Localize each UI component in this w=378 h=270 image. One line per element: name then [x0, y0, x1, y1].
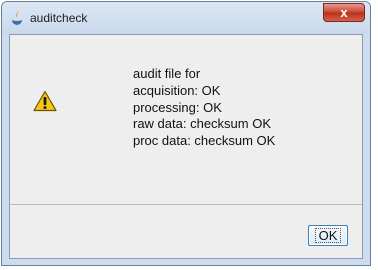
dialog-window: auditcheck x audit file for acquisition:…: [1, 1, 371, 266]
message-line: acquisition: OK: [133, 82, 221, 98]
window-title: auditcheck: [30, 11, 88, 25]
message-line: audit file for: [133, 66, 201, 81]
message-text: audit file for acquisition: OK processin…: [133, 66, 275, 150]
java-app-icon: [12, 11, 22, 25]
ok-button-label: OK: [314, 228, 342, 243]
ok-button[interactable]: OK: [308, 225, 348, 246]
dialog-content: audit file for acquisition: OK processin…: [9, 34, 363, 259]
close-button[interactable]: x: [323, 3, 365, 22]
close-icon: x: [340, 5, 348, 20]
warning-icon: [33, 90, 57, 112]
button-area-divider: [10, 204, 362, 205]
message-line: proc data: checksum OK: [133, 133, 276, 149]
title-bar[interactable]: auditcheck x: [2, 2, 370, 34]
message-line: raw data: checksum OK: [133, 116, 271, 132]
message-line: processing: OK: [133, 99, 222, 115]
